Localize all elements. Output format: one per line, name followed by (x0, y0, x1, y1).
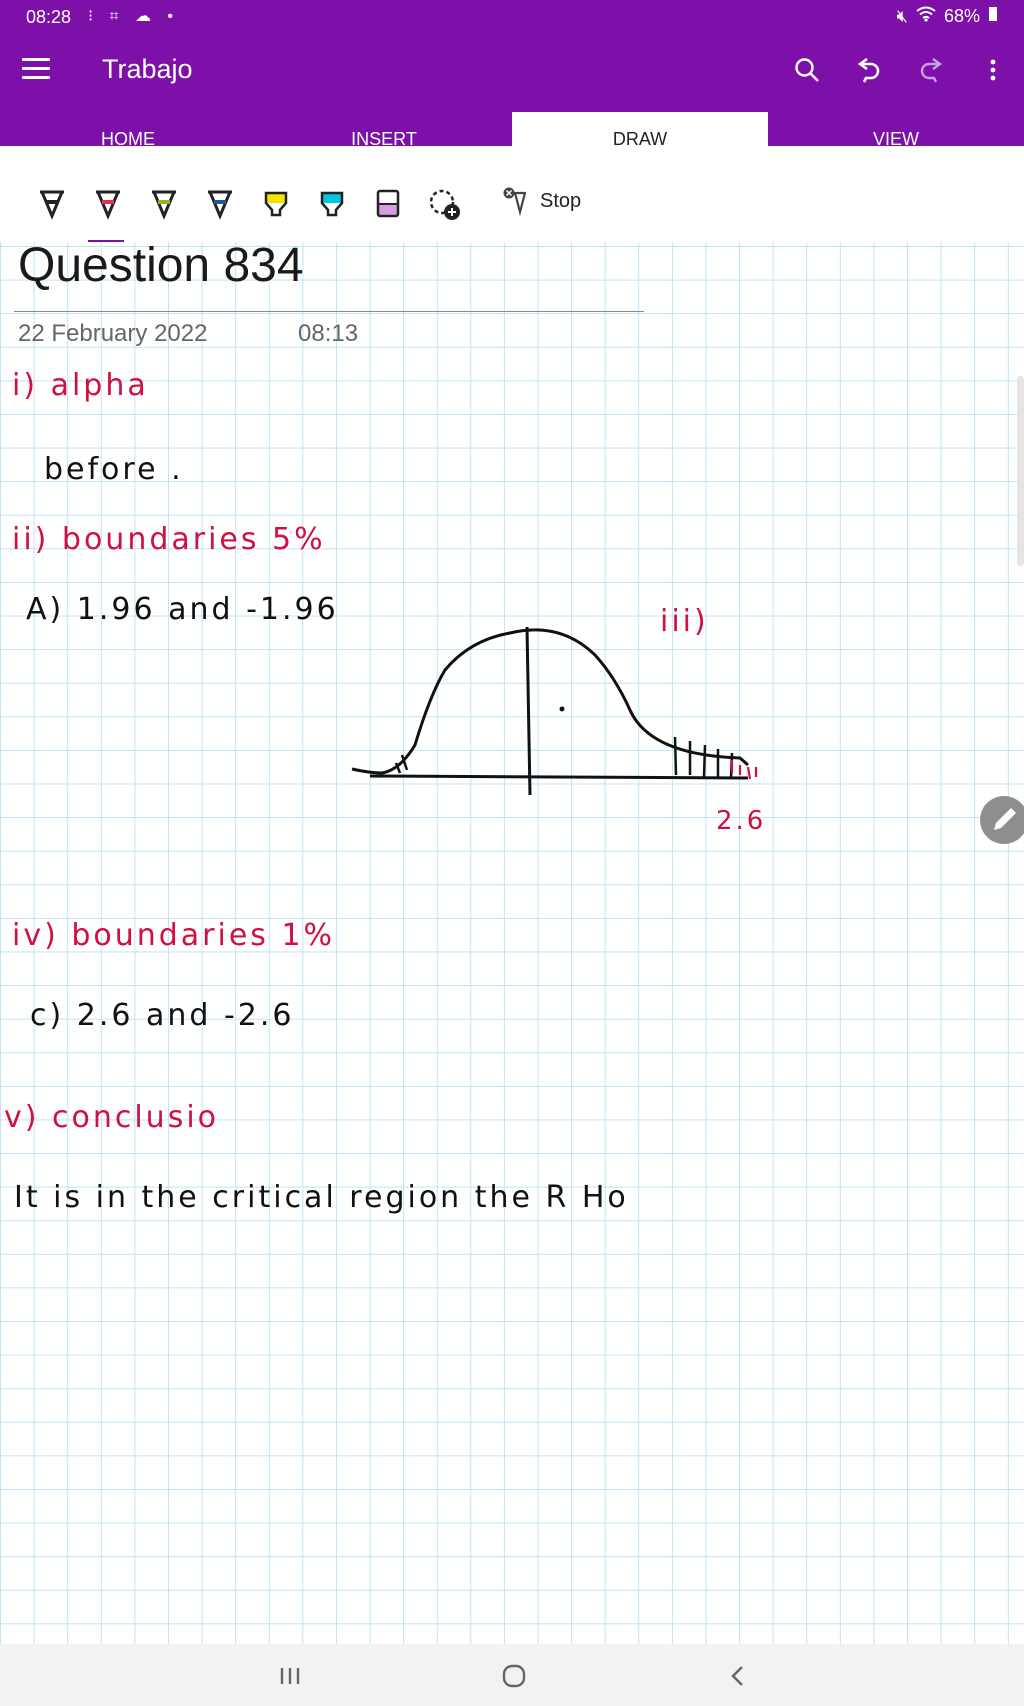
curve-path (351, 628, 749, 775)
ink-line: iv) boundaries 1% (12, 918, 336, 953)
center-line (525, 626, 532, 796)
more-options-icon[interactable] (962, 48, 1024, 92)
ink-line: c) 2.6 and -2.6 (30, 998, 295, 1033)
stop-pen-icon (503, 187, 527, 216)
pen-blue-icon[interactable] (200, 184, 240, 224)
battery-level: 68% (943, 6, 980, 26)
normal-curve-sketch (351, 626, 758, 796)
search-icon[interactable] (776, 48, 838, 92)
status-bar: 08:28 ⁝ ⌗ ☁ • 🔇︎ 68% (0, 0, 1024, 34)
page-date: 22 February 2022 (18, 320, 208, 347)
ink-line: i) alpha (12, 368, 149, 403)
title-divider (14, 311, 644, 312)
x-axis-line (369, 774, 749, 780)
ribbon-tabs: HOME INSERT DRAW VIEW (0, 112, 1024, 166)
highlighter-yellow-icon[interactable] (256, 184, 296, 224)
page-time: 08:13 (298, 320, 359, 347)
recent-apps-icon[interactable] (270, 1660, 310, 1692)
highlighter-cyan-icon[interactable] (312, 184, 352, 224)
pencil-icon (994, 808, 1016, 830)
battery-icon (988, 6, 998, 27)
ink-line: v) conclusio (4, 1100, 220, 1135)
hamburger-menu-icon[interactable] (22, 58, 50, 82)
ink-line: ii) boundaries 5% (12, 522, 326, 557)
lasso-add-icon[interactable] (424, 184, 464, 224)
scrollbar-thumb[interactable] (1017, 376, 1024, 566)
undo-icon[interactable] (838, 48, 900, 92)
status-time: 08:28 (26, 7, 72, 27)
back-icon[interactable] (718, 1660, 758, 1692)
draw-toolbar: Stop (0, 166, 1024, 240)
ink-line: A) 1.96 and -1.96 (26, 592, 339, 627)
eraser-icon[interactable] (368, 184, 408, 224)
tab-draw[interactable]: DRAW (512, 112, 768, 166)
pen-green-icon[interactable] (144, 184, 184, 224)
page-title[interactable]: Question 834 (18, 238, 304, 293)
tab-view[interactable]: VIEW (768, 112, 1024, 166)
stop-label: Stop (540, 189, 582, 212)
home-icon[interactable] (494, 1660, 534, 1692)
app-bar: Trabajo HOME INSERT DRAW VIEW (0, 34, 1024, 166)
tab-insert[interactable]: INSERT (256, 112, 512, 166)
mute-icon: 🔇︎ (896, 6, 908, 26)
pen-black-icon[interactable] (32, 184, 72, 224)
stop-drawing-button[interactable]: Stop (500, 186, 581, 216)
system-nav-bar (0, 1644, 1024, 1706)
ink-line: before . (44, 452, 184, 487)
pen-red-icon[interactable] (88, 184, 128, 224)
status-right: 🔇︎ 68% (897, 6, 998, 27)
tab-home[interactable]: HOME (0, 112, 256, 166)
redo-icon[interactable] (900, 48, 962, 92)
top-actions (776, 48, 1024, 92)
notification-icons: ⁝ ⌗ ☁ • (88, 8, 180, 25)
pen-mode-button[interactable] (980, 796, 1024, 844)
notebook-title: Trabajo (102, 54, 193, 84)
ink-line: It is in the critical region the R Ho (14, 1180, 629, 1215)
ink-dot (559, 706, 565, 712)
wifi-icon (916, 6, 936, 27)
